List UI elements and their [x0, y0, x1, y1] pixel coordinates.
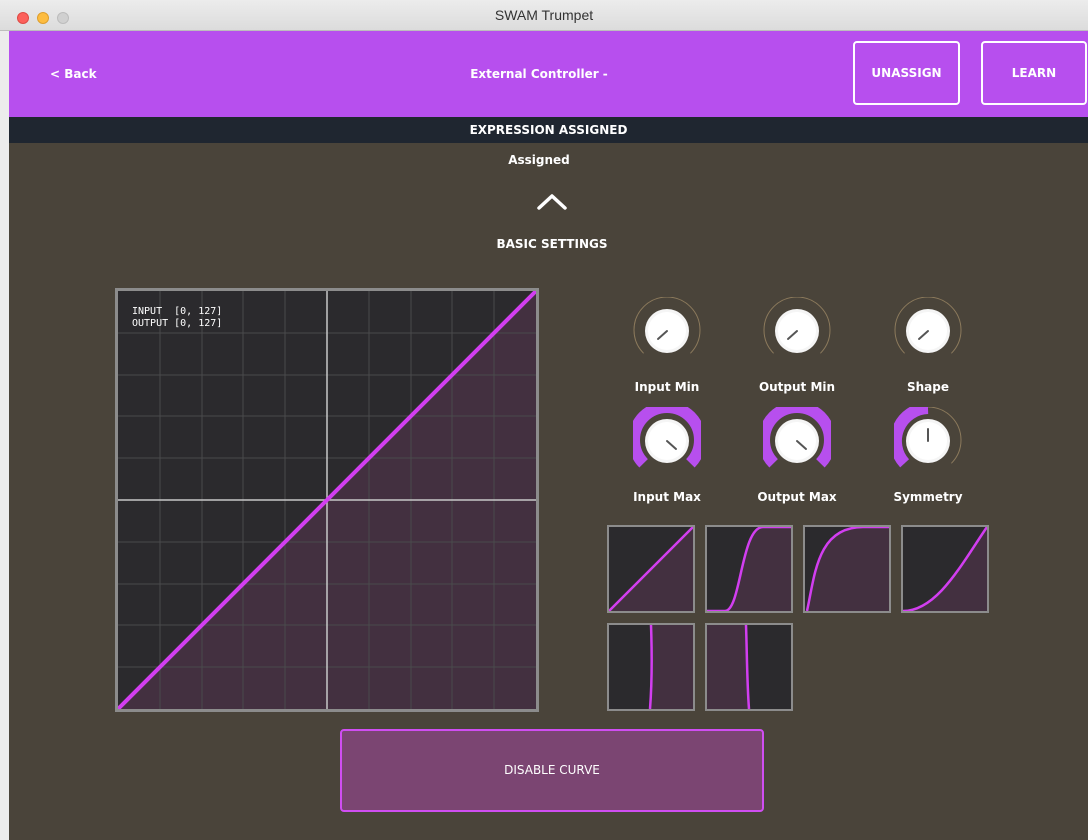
shape-label: Shape [906, 380, 949, 394]
input-min-knob[interactable] [633, 297, 701, 365]
input-max-label: Input Max [633, 490, 701, 504]
window-titlebar: SWAM Trumpet [0, 0, 1088, 31]
output-max-knob[interactable] [763, 407, 831, 475]
output-max-label: Output Max [757, 490, 837, 504]
symmetry-knob[interactable] [894, 407, 962, 475]
window-title: SWAM Trumpet [494, 7, 594, 23]
learn-button[interactable]: LEARN [981, 41, 1087, 105]
output-min-label: Output Min [758, 380, 836, 394]
input-range-text: INPUT [0, 127] [132, 306, 223, 317]
curve-preset-linear[interactable] [607, 525, 695, 613]
curve-preset-step-center[interactable] [705, 623, 793, 711]
output-min-knob[interactable] [763, 297, 831, 365]
status-banner: EXPRESSION ASSIGNED [9, 117, 1088, 143]
disable-curve-button[interactable]: DISABLE CURVE [340, 729, 764, 812]
input-min-label: Input Min [634, 380, 700, 394]
unassign-button[interactable]: UNASSIGN [853, 41, 960, 105]
curve-graph[interactable] [115, 288, 539, 712]
section-label: BASIC SETTINGS [496, 237, 608, 251]
symmetry-label: Symmetry [893, 490, 963, 504]
back-button[interactable]: < Back [50, 31, 97, 117]
curve-preset-fast-rise[interactable] [803, 525, 891, 613]
curve-preset-s-curve[interactable] [705, 525, 793, 613]
curve-preset-exponential[interactable] [901, 525, 989, 613]
chevron-up-icon[interactable] [535, 188, 569, 216]
window-edge [0, 31, 9, 840]
output-range-text: OUTPUT [0, 127] [132, 318, 223, 329]
curve-preset-step-left[interactable] [607, 623, 695, 711]
input-max-knob[interactable] [633, 407, 701, 475]
range-info: INPUT [0, 127] OUTPUT [0, 127] [132, 306, 222, 330]
shape-knob[interactable] [894, 297, 962, 365]
header-bar: < Back External Controller - Assigned UN… [9, 31, 1088, 167]
